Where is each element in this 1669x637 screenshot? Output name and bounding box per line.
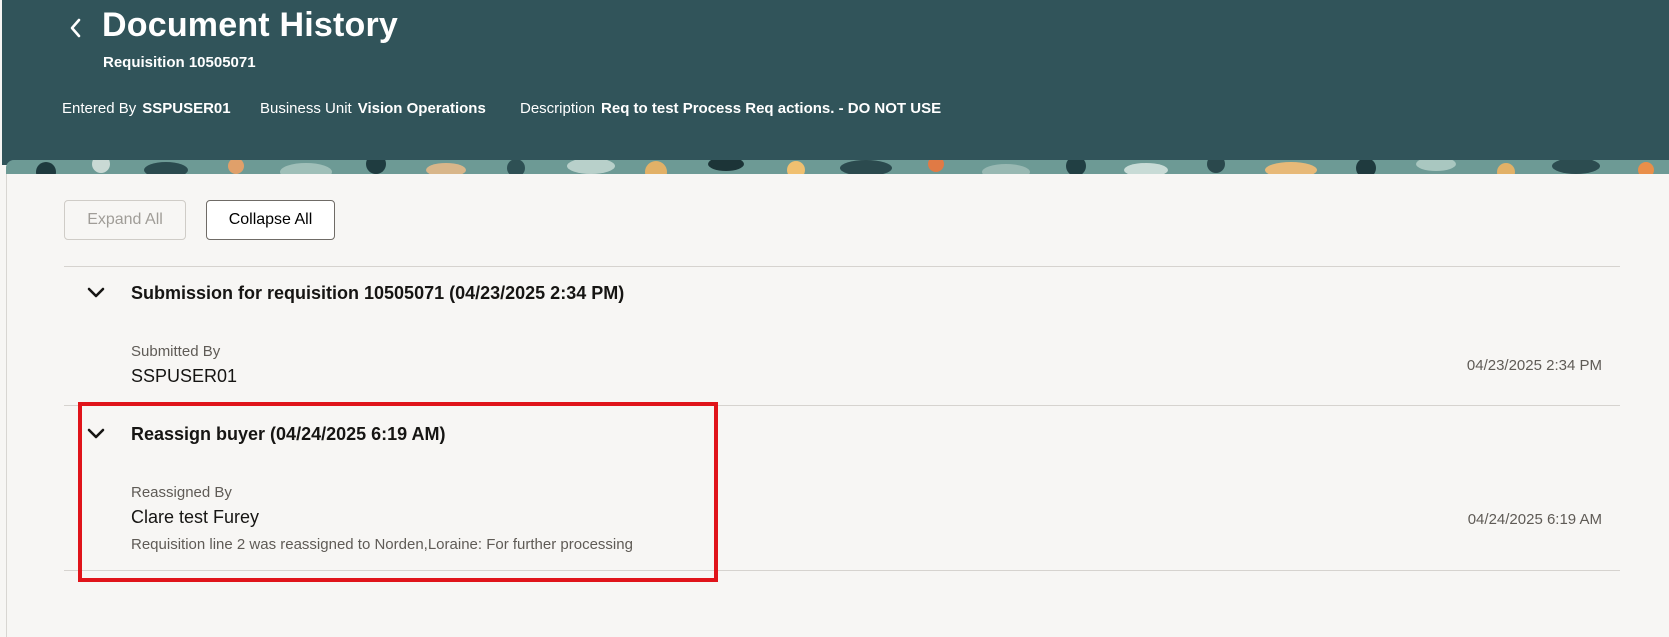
expand-all-button[interactable]: Expand All bbox=[64, 200, 186, 240]
meta-label: Entered By bbox=[62, 100, 137, 117]
page-subtitle: Requisition 10505071 bbox=[103, 54, 256, 71]
meta-value: Req to test Process Req actions. - DO NO… bbox=[601, 100, 942, 117]
meta-description: Description Req to test Process Req actio… bbox=[520, 100, 941, 117]
meta-value: Vision Operations bbox=[357, 100, 486, 117]
divider bbox=[64, 266, 1620, 267]
page-header: Document History Requisition 10505071 En… bbox=[2, 0, 1669, 165]
page-title: Document History bbox=[102, 6, 399, 44]
back-button[interactable] bbox=[62, 14, 90, 42]
meta-business-unit: Business Unit Vision Operations bbox=[260, 100, 486, 117]
history-item-timestamp: 04/23/2025 2:34 PM bbox=[1466, 357, 1602, 374]
chevron-left-icon bbox=[70, 18, 81, 38]
collapse-all-button[interactable]: Collapse All bbox=[206, 200, 335, 240]
meta-entered-by: Entered By SSPUSER01 bbox=[62, 100, 231, 117]
submitted-by-label: Submitted By bbox=[131, 343, 221, 360]
submitted-by-value: SSPUSER01 bbox=[131, 366, 238, 386]
meta-value: SSPUSER01 bbox=[142, 100, 231, 117]
collapse-section-toggle[interactable] bbox=[86, 283, 106, 303]
decorative-pattern-band bbox=[6, 160, 1669, 174]
highlight-annotation-box bbox=[78, 402, 718, 582]
meta-label: Description bbox=[520, 100, 596, 117]
history-item-timestamp: 04/24/2025 6:19 AM bbox=[1467, 511, 1602, 528]
chevron-down-icon bbox=[87, 287, 105, 298]
meta-label: Business Unit bbox=[260, 100, 352, 117]
history-item-title: Submission for requisition 10505071 (04/… bbox=[131, 283, 625, 303]
